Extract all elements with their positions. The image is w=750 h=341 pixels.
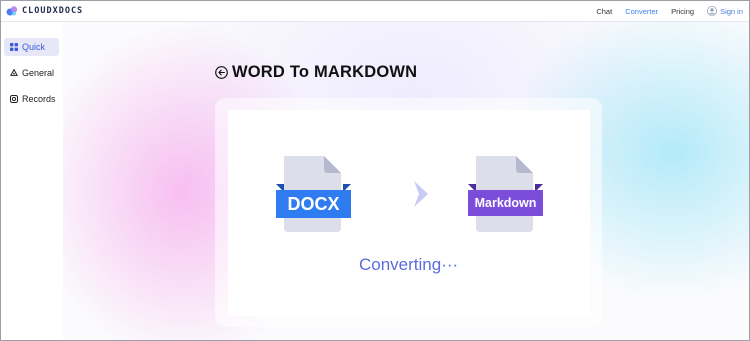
- logo[interactable]: CLOUDXDOCS: [6, 4, 83, 18]
- app-window: CLOUDXDOCS Chat Converter Pricing Sign i…: [0, 0, 750, 341]
- grid-icon: [10, 43, 18, 51]
- recycle-icon: [10, 69, 18, 76]
- conversion-status: Converting···: [359, 255, 459, 274]
- nav-chat[interactable]: Chat: [596, 7, 612, 16]
- nav-pricing[interactable]: Pricing: [671, 7, 694, 16]
- sidebar-item-records[interactable]: Records: [4, 90, 59, 108]
- markdown-file-icon: Markdown: [468, 156, 543, 232]
- sign-in-label: Sign in: [720, 6, 743, 16]
- conversion-arrow-icon: [414, 181, 428, 207]
- back-arrow-icon[interactable]: [215, 65, 228, 79]
- docx-file-icon: DOCX: [276, 156, 351, 232]
- sidebar-item-label: Quick: [22, 42, 46, 52]
- target-format-label: Markdown: [474, 196, 537, 210]
- record-icon: [10, 95, 18, 103]
- sidebar-item-general[interactable]: General: [4, 64, 59, 82]
- top-bar: CLOUDXDOCS Chat Converter Pricing Sign i…: [1, 1, 749, 22]
- nav-converter[interactable]: Converter: [625, 7, 658, 16]
- sign-in-link[interactable]: Sign in: [707, 6, 743, 16]
- top-nav: Chat Converter Pricing Sign in: [596, 4, 743, 18]
- sidebar: Quick General Records: [1, 22, 63, 340]
- page-title-text: WORD To MARKDOWN: [232, 62, 418, 81]
- sidebar-item-label: General: [22, 68, 55, 78]
- page-title: WORD To MARKDOWN: [215, 62, 417, 82]
- sidebar-item-quick[interactable]: Quick: [4, 38, 59, 56]
- logo-text: CLOUDXDOCS: [22, 6, 84, 16]
- user-avatar-icon: [707, 6, 718, 16]
- logo-icon: [6, 6, 18, 16]
- source-format-label: DOCX: [287, 194, 340, 214]
- sidebar-item-label: Records: [22, 94, 56, 104]
